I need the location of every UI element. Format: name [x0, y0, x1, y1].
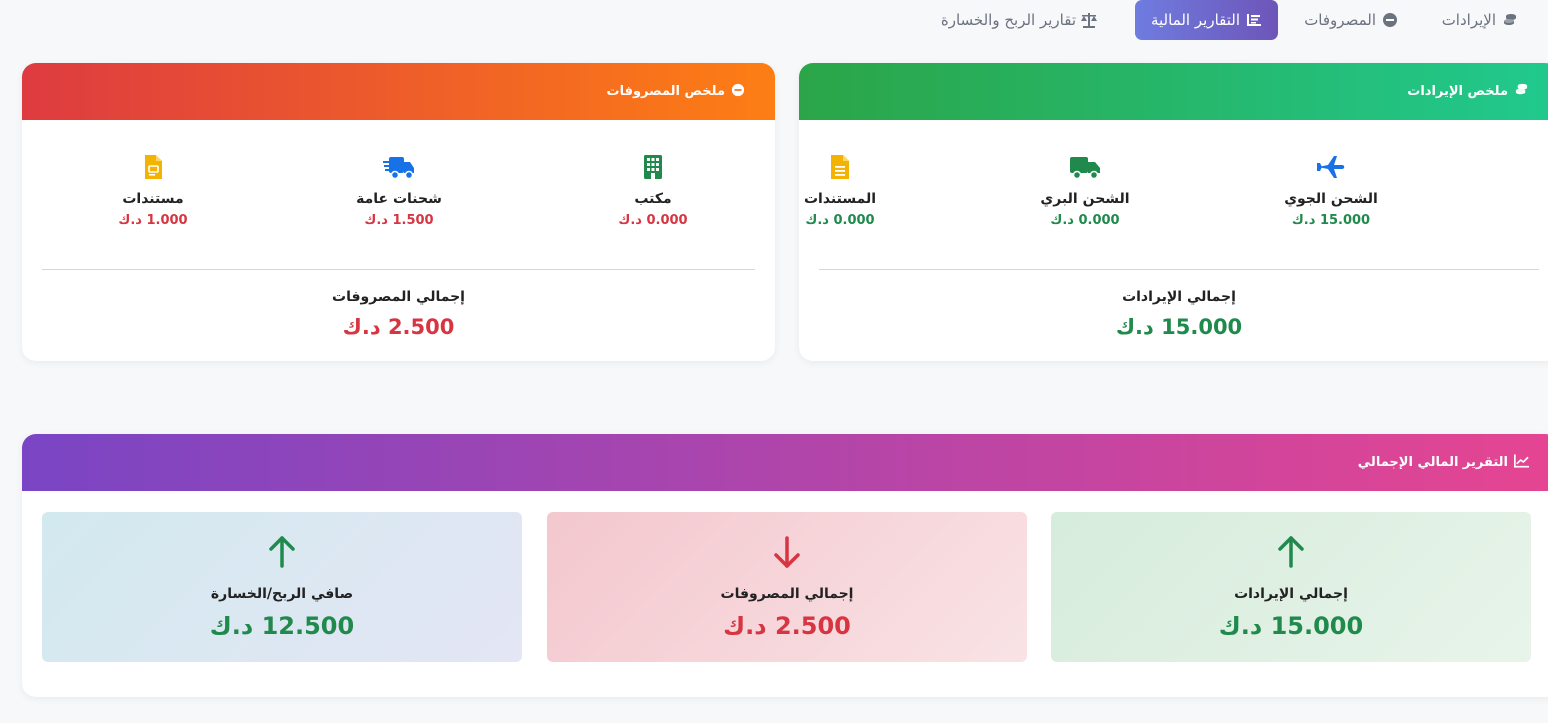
overall-report-card: التقرير المالي الإجمالي إجمالي الإيرادات… — [22, 434, 1548, 697]
plane-icon — [1316, 154, 1346, 184]
revenue-item-air: الشحن الجوي 15.000 د.ك — [1231, 155, 1431, 228]
chart-line-icon — [1514, 453, 1529, 472]
overall-box-label: صافي الربح/الخسارة — [210, 586, 354, 602]
tab-revenue[interactable]: الإيرادات — [1442, 0, 1518, 40]
minus-circle-icon — [731, 83, 745, 101]
revenue-items: الشحن الجوي 15.000 د.ك الشحن البري 0.000… — [799, 155, 1548, 245]
expense-summary-title: ملخص المصروفات — [606, 84, 725, 99]
arrow-up-icon — [268, 536, 296, 570]
coins-icon — [1502, 12, 1518, 28]
file-icon — [143, 154, 163, 184]
revenue-item-documents: المستندات 0.000 د.ك — [799, 155, 940, 228]
expense-item-label: شحنات عامة — [356, 191, 442, 207]
revenue-total-value: 15.000 د.ك — [1115, 315, 1243, 339]
tab-expenses[interactable]: المصروفات — [1304, 0, 1398, 40]
expense-item-label: مستندات — [122, 191, 184, 207]
overall-box-value: 12.500 د.ك — [209, 612, 355, 640]
coins-icon — [1514, 82, 1529, 101]
expense-item-value: 0.000 د.ك — [618, 213, 688, 228]
document-icon — [829, 154, 851, 184]
expense-item-label: مكتب — [634, 191, 672, 207]
tab-financial-reports-label: التقارير المالية — [1150, 11, 1240, 29]
expense-total-value: 2.500 د.ك — [342, 315, 455, 339]
expense-items: مكتب 0.000 د.ك شحنات عامة 1.500 د.ك مستن… — [22, 155, 775, 245]
arrow-down-icon — [773, 536, 801, 570]
revenue-total-label: إجمالي الإيرادات — [1122, 289, 1236, 305]
expense-item-general-shipments: شحنات عامة 1.500 د.ك — [299, 155, 499, 228]
overall-box-label: إجمالي المصروفات — [720, 586, 854, 602]
divider — [42, 269, 755, 270]
overall-box-value: 2.500 د.ك — [723, 612, 851, 640]
expense-item-value: 1.000 د.ك — [118, 213, 188, 228]
expense-item-documents: مستندات 1.000 د.ك — [53, 155, 253, 228]
tab-profit-loss-label: تقارير الربح والخسارة — [940, 11, 1076, 29]
overall-net-profit-loss: صافي الربح/الخسارة 12.500 د.ك — [42, 512, 522, 662]
revenue-item-label: الشحن الجوي — [1284, 191, 1378, 207]
expense-summary-header: ملخص المصروفات — [22, 63, 775, 120]
revenue-item-value: 0.000 د.ك — [1050, 213, 1120, 228]
revenue-item-label: المستندات — [803, 191, 877, 207]
overall-total-revenue: إجمالي الإيرادات 15.000 د.ك — [1051, 512, 1531, 662]
building-icon — [643, 154, 663, 184]
tab-financial-reports[interactable]: التقارير المالية — [1134, 0, 1278, 40]
overall-box-value: 15.000 د.ك — [1218, 612, 1364, 640]
overall-report-header: التقرير المالي الإجمالي — [22, 434, 1548, 491]
tab-revenue-label: الإيرادات — [1441, 11, 1496, 29]
revenue-item-land: الشحن البري 0.000 د.ك — [985, 155, 1185, 228]
revenue-item-value: 0.000 د.ك — [805, 213, 875, 228]
tab-profit-loss[interactable]: تقارير الربح والخسارة — [941, 0, 1098, 40]
expense-item-value: 1.500 د.ك — [364, 213, 434, 228]
revenue-summary-header: ملخص الإيرادات — [799, 63, 1548, 120]
tab-expenses-label: المصروفات — [1304, 11, 1376, 29]
arrow-up-icon — [1277, 536, 1305, 570]
overall-box-label: إجمالي الإيرادات — [1234, 586, 1348, 602]
report-list-icon — [1246, 12, 1262, 28]
expense-total-label: إجمالي المصروفات — [332, 289, 465, 305]
revenue-summary-card: ملخص الإيرادات الشحن الجوي 15.000 د.ك ال… — [799, 63, 1548, 361]
revenue-item-value: 15.000 د.ك — [1291, 213, 1371, 228]
expense-item-office: مكتب 0.000 د.ك — [553, 155, 753, 228]
overall-total-expenses: إجمالي المصروفات 2.500 د.ك — [547, 512, 1027, 662]
divider — [819, 269, 1539, 270]
expense-summary-card: ملخص المصروفات مكتب 0.000 د.ك شحنات عامة… — [22, 63, 775, 361]
fast-truck-icon — [383, 154, 415, 184]
revenue-item-label: الشحن البري — [1040, 191, 1130, 207]
top-tabs: الإيرادات المصروفات التقارير المالية تقا… — [0, 0, 1548, 40]
minus-circle-icon — [1382, 12, 1398, 28]
scale-icon — [1081, 12, 1098, 28]
revenue-summary-title: ملخص الإيرادات — [1407, 84, 1508, 99]
truck-icon — [1069, 154, 1101, 184]
overall-report-title: التقرير المالي الإجمالي — [1357, 455, 1508, 470]
